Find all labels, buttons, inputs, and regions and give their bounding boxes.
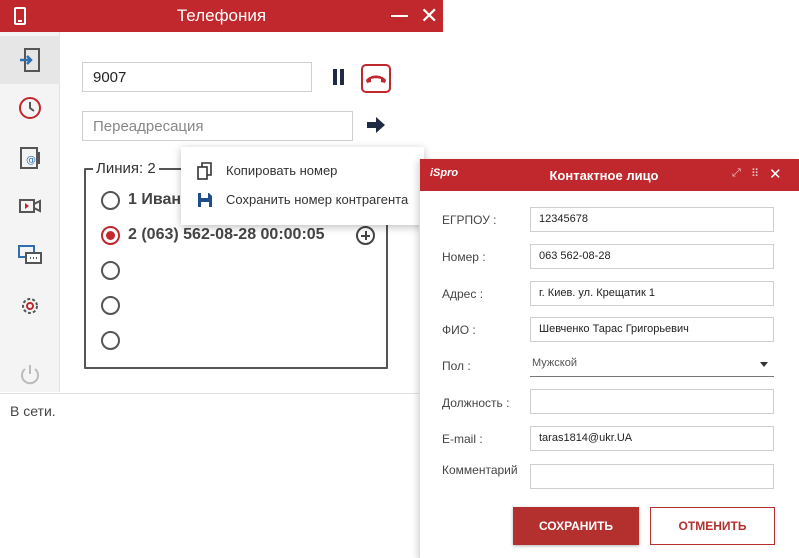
sidebar-item-history[interactable] bbox=[0, 84, 60, 132]
add-call-icon[interactable] bbox=[356, 226, 375, 245]
sidebar-item-settings[interactable] bbox=[0, 282, 60, 330]
sidebar-item-login[interactable] bbox=[0, 36, 60, 84]
contacts-email-icon: @ bbox=[20, 147, 40, 169]
line-radio-1[interactable] bbox=[101, 191, 120, 210]
login-icon bbox=[20, 48, 40, 72]
copy-icon bbox=[197, 162, 213, 180]
svg-text:@: @ bbox=[26, 155, 36, 166]
egrpou-input[interactable]: 12345678 bbox=[530, 207, 774, 232]
minimize-button[interactable] bbox=[391, 15, 408, 17]
pause-button[interactable] bbox=[332, 69, 346, 87]
forward-input[interactable]: Переадресация bbox=[82, 111, 353, 141]
history-clock-icon bbox=[19, 97, 41, 119]
sidebar-item-video[interactable] bbox=[0, 182, 60, 230]
gender-select-value: Мужской bbox=[532, 357, 577, 369]
sidebar-item-chat[interactable] bbox=[0, 232, 60, 280]
email-input[interactable]: taras1814@ukr.UA bbox=[530, 426, 774, 451]
comment-label: Комментарий bbox=[442, 463, 518, 477]
telephony-titlebar: Телефония ✕ bbox=[0, 0, 443, 32]
fio-input[interactable]: Шевченко Тарас Григорьевич bbox=[530, 317, 774, 342]
video-icon bbox=[19, 199, 41, 213]
power-icon bbox=[21, 365, 39, 385]
menu-item-label: Сохранить номер контрагента bbox=[226, 192, 409, 207]
save-floppy-icon bbox=[197, 191, 213, 209]
gender-select[interactable]: Мужской bbox=[530, 352, 774, 377]
menu-dots-icon[interactable]: ⠿ bbox=[751, 167, 759, 180]
cancel-button[interactable]: ОТМЕНИТЬ bbox=[650, 507, 775, 545]
dialog-titlebar: iSpro Контактное лицо ⤢ ⠿ ✕ bbox=[420, 159, 799, 191]
maximize-icon[interactable]: ⤢ bbox=[732, 167, 741, 180]
fio-label: ФИО : bbox=[442, 323, 476, 337]
line-radio-2[interactable] bbox=[101, 226, 120, 245]
line-radio-5[interactable] bbox=[101, 331, 120, 350]
egrpou-label: ЕГРПОУ : bbox=[442, 213, 497, 227]
line-label-1[interactable]: 1 Иван bbox=[128, 191, 181, 209]
address-input[interactable]: г. Киев. ул. Крещатик 1 bbox=[530, 281, 774, 306]
settings-gear-icon bbox=[22, 298, 38, 314]
window-title: Телефония bbox=[176, 6, 267, 25]
arrow-right-icon bbox=[367, 117, 385, 133]
line-radio-4[interactable] bbox=[101, 296, 120, 315]
line-label-2[interactable]: 2 (063) 562-08-28 00:00:05 bbox=[128, 226, 325, 244]
contact-dialog: iSpro Контактное лицо ⤢ ⠿ ✕ ЕГРПОУ : 123… bbox=[419, 159, 799, 558]
lines-legend: Линия: 2 bbox=[93, 160, 159, 177]
save-button[interactable]: СОХРАНИТЬ bbox=[513, 507, 639, 545]
line-radio-3[interactable] bbox=[101, 261, 120, 280]
telephony-window: Телефония ✕ @ 9007 Переадресация Линия: … bbox=[0, 0, 443, 558]
number-input[interactable]: 063 562-08-28 bbox=[530, 244, 774, 269]
phone-number-input[interactable]: 9007 bbox=[82, 62, 312, 92]
hangup-phone-icon bbox=[366, 75, 386, 83]
number-label: Номер : bbox=[442, 250, 486, 264]
address-label: Адрес : bbox=[442, 287, 484, 301]
sidebar-item-power[interactable] bbox=[0, 350, 60, 398]
gender-label: Пол : bbox=[442, 359, 471, 373]
chat-icon bbox=[18, 245, 42, 264]
sidebar-item-contacts[interactable]: @ bbox=[0, 134, 60, 182]
connection-status: В сети. bbox=[10, 403, 56, 419]
hangup-button[interactable] bbox=[361, 64, 391, 93]
context-menu: Копировать номер Сохранить номер контраг… bbox=[181, 147, 424, 225]
comment-input[interactable] bbox=[530, 464, 774, 489]
position-label: Должность : bbox=[442, 396, 510, 410]
menu-item-save-contractor-number[interactable]: Сохранить номер контрагента bbox=[181, 185, 424, 215]
position-input[interactable] bbox=[530, 389, 774, 414]
menu-item-copy-number[interactable]: Копировать номер bbox=[181, 156, 424, 186]
sidebar: @ bbox=[0, 32, 60, 392]
dialog-close-button[interactable]: ✕ bbox=[769, 165, 782, 183]
close-button[interactable]: ✕ bbox=[420, 5, 438, 27]
email-label: E-mail : bbox=[442, 432, 483, 446]
menu-item-label: Копировать номер bbox=[226, 163, 338, 178]
forward-button[interactable] bbox=[366, 116, 386, 134]
status-bar: В сети. bbox=[0, 393, 443, 558]
chevron-down-icon bbox=[760, 362, 768, 367]
